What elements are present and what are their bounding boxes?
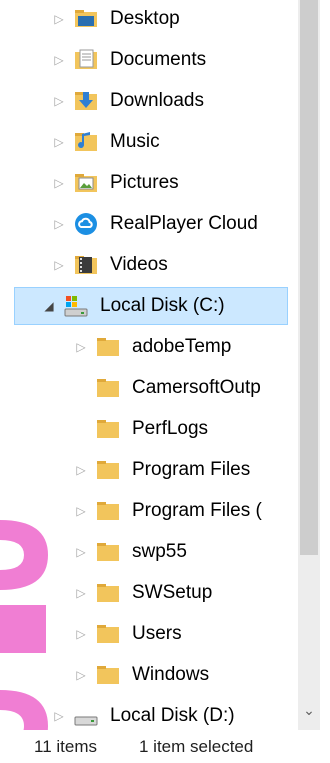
tree-item-program-files[interactable]: ▷ Program Files	[0, 451, 298, 489]
folder-icon	[97, 502, 119, 520]
vertical-scrollbar[interactable]: ⌄	[298, 0, 320, 730]
scrollbar-thumb[interactable]	[300, 0, 318, 555]
local-disk-icon	[64, 296, 88, 317]
tree-item-windows[interactable]: ▷ Windows	[0, 656, 298, 694]
tree-item-label: Local Disk (C:)	[100, 295, 225, 316]
videos-folder-icon	[75, 256, 97, 274]
music-folder-icon	[75, 132, 97, 151]
tree-item-camersoftoutp[interactable]: CamersoftOutp	[0, 369, 298, 407]
tree-item-label: Local Disk (D:)	[110, 705, 235, 726]
tree-item-realplayer-cloud[interactable]: ▷ RealPlayer Cloud	[0, 205, 298, 243]
tree-item-label: SWSetup	[132, 582, 213, 603]
expand-arrow-icon[interactable]: ▷	[52, 12, 66, 26]
realplayer-cloud-icon	[75, 213, 97, 235]
expand-arrow-icon[interactable]: ▷	[52, 709, 66, 723]
folder-icon	[97, 666, 119, 684]
folder-icon	[97, 338, 119, 356]
pink-overlay-shape	[0, 605, 46, 653]
tree-item-label: RealPlayer Cloud	[110, 213, 258, 234]
folder-icon	[97, 584, 119, 602]
tree-item-label: adobeTemp	[132, 336, 232, 357]
pictures-folder-icon	[75, 174, 97, 192]
tree-item-label: swp55	[132, 541, 187, 562]
expand-arrow-icon[interactable]: ▷	[52, 135, 66, 149]
tree-item-label: Videos	[110, 254, 168, 275]
expand-arrow-icon[interactable]: ▷	[74, 586, 88, 600]
no-expander	[74, 381, 88, 395]
tree-item-label: Program Files (	[132, 500, 262, 521]
no-expander	[74, 422, 88, 436]
expand-arrow-icon[interactable]: ▷	[52, 94, 66, 108]
tree-item-label: Music	[110, 131, 160, 152]
tree-item-label: Pictures	[110, 172, 179, 193]
folder-icon	[97, 625, 119, 643]
folder-icon	[97, 379, 119, 397]
tree-item-desktop[interactable]: ▷ Desktop	[0, 0, 298, 38]
tree-item-label: Downloads	[110, 90, 204, 111]
tree-item-label: PerfLogs	[132, 418, 209, 439]
tree-item-label: Documents	[110, 49, 207, 70]
tree-item-downloads[interactable]: ▷ Downloads	[0, 82, 298, 120]
drive-icon	[74, 716, 98, 726]
selection-status: 1 item selected	[139, 736, 254, 756]
status-bar: 11 items 1 item selected	[0, 730, 330, 763]
expand-arrow-icon[interactable]: ▷	[74, 668, 88, 682]
expand-arrow-icon[interactable]: ▷	[74, 463, 88, 477]
tree-item-videos[interactable]: ▷ Videos	[0, 246, 298, 284]
tree-item-label: Desktop	[110, 8, 180, 29]
tree-item-perflogs[interactable]: PerfLogs	[0, 410, 298, 448]
documents-folder-icon	[75, 49, 97, 69]
pink-overlay-shape	[0, 520, 48, 590]
scroll-down-arrow-icon[interactable]: ⌄	[298, 697, 320, 723]
tree-item-label: Windows	[132, 664, 210, 685]
desktop-folder-icon	[75, 10, 97, 27]
tree-item-documents[interactable]: ▷ Documents	[0, 41, 298, 79]
tree-item-music[interactable]: ▷ Music	[0, 123, 298, 161]
folder-icon	[97, 420, 119, 438]
expand-arrow-icon[interactable]: ▷	[52, 176, 66, 190]
tree-item-label: CamersoftOutp	[132, 377, 261, 398]
tree-item-local-disk-c[interactable]: ◢ Local Disk (C:)	[14, 287, 288, 325]
expand-arrow-icon[interactable]: ▷	[52, 258, 66, 272]
expand-arrow-icon[interactable]: ▷	[74, 340, 88, 354]
tree-item-pictures[interactable]: ▷ Pictures	[0, 164, 298, 202]
expand-arrow-icon[interactable]: ▷	[52, 217, 66, 231]
expand-arrow-icon[interactable]: ▷	[74, 504, 88, 518]
expand-arrow-icon[interactable]: ▷	[74, 627, 88, 641]
folder-icon	[97, 461, 119, 479]
tree-item-label: Program Files	[132, 459, 251, 480]
expand-arrow-icon[interactable]: ▷	[52, 53, 66, 67]
collapse-arrow-icon[interactable]: ◢	[42, 299, 56, 313]
folder-icon	[97, 543, 119, 561]
expand-arrow-icon[interactable]: ▷	[74, 545, 88, 559]
tree-item-label: Users	[132, 623, 182, 644]
downloads-folder-icon	[75, 92, 97, 110]
item-count: 11 items	[34, 736, 97, 756]
tree-item-adobetemp[interactable]: ▷ adobeTemp	[0, 328, 298, 366]
